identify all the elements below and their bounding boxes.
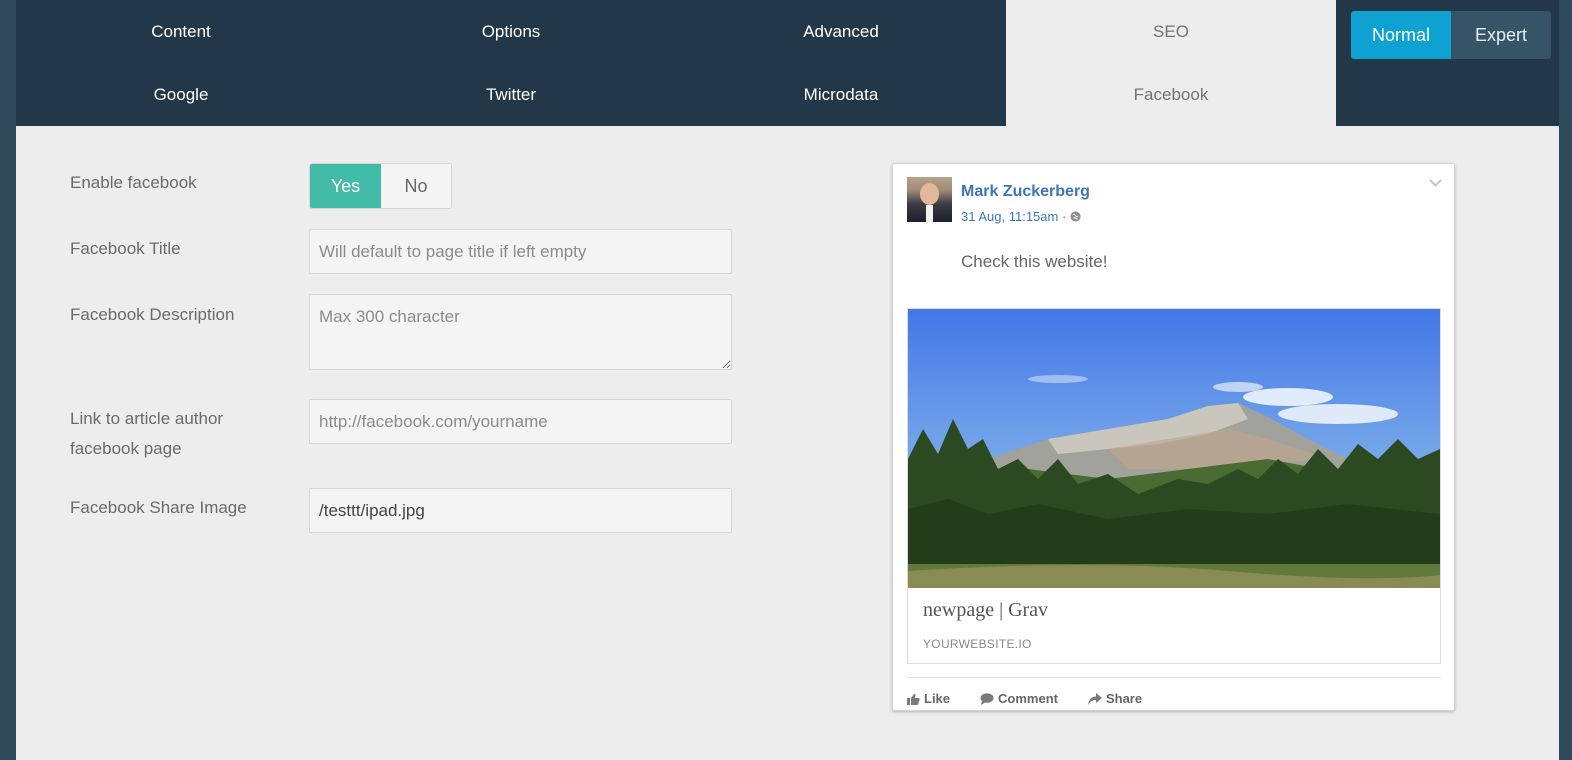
tab-microdata[interactable]: Microdata (676, 63, 1006, 126)
share-label: Share (1105, 691, 1143, 706)
tab-twitter[interactable]: Twitter (346, 63, 676, 126)
tab-advanced[interactable]: Advanced (676, 0, 1006, 63)
tab-google[interactable]: Google (16, 63, 346, 126)
normal-mode-button[interactable]: Normal (1351, 11, 1451, 59)
comment-label: Comment (998, 691, 1058, 706)
like-label: Like (924, 691, 951, 706)
tab-options[interactable]: Options (346, 0, 676, 63)
author-link-input[interactable] (309, 399, 732, 444)
tab-bar: Content Options Advanced SEO Google Twit… (16, 0, 1559, 126)
editor-frame: Content Options Advanced SEO Google Twit… (16, 0, 1559, 760)
link-preview[interactable]: newpage | Grav YOURWEBSITE.IO (907, 308, 1441, 664)
link-title: newpage | Grav (923, 599, 1049, 621)
thumbs-up-icon (907, 693, 920, 705)
like-button[interactable]: Like (907, 691, 950, 706)
link-domain: YOURWEBSITE.IO (923, 637, 1032, 651)
enable-facebook-label: Enable facebook (70, 173, 197, 192)
facebook-description-textarea[interactable] (309, 294, 732, 370)
facebook-preview-card: Mark Zuckerberg 31 Aug, 11:15am · Check … (892, 163, 1455, 711)
author-link-label: Link to article author facebook page (70, 409, 224, 458)
share-button[interactable]: Share (1087, 691, 1143, 706)
toggle-no[interactable]: No (381, 164, 451, 208)
post-actions: Like Comment Share (907, 677, 1441, 706)
facebook-title-label: Facebook Title (70, 239, 181, 258)
globe-icon (1070, 211, 1081, 222)
post-date[interactable]: 31 Aug, 11:15am · (961, 209, 1081, 224)
mode-switch: Normal Expert (1351, 11, 1551, 59)
share-icon (1087, 692, 1102, 705)
toggle-yes[interactable]: Yes (310, 164, 381, 208)
enable-facebook-toggle: Yes No (309, 163, 452, 209)
avatar (907, 177, 952, 222)
post-text: Check this website! (961, 252, 1108, 271)
chevron-down-icon[interactable] (1429, 179, 1442, 187)
share-image-label: Facebook Share Image (70, 498, 247, 517)
author-name[interactable]: Mark Zuckerberg (961, 183, 1090, 201)
share-image-input[interactable] (309, 488, 732, 533)
preview-image (908, 309, 1440, 588)
post-date-text: 31 Aug, 11:15am · (961, 209, 1070, 224)
tab-facebook[interactable]: Facebook (1006, 63, 1336, 126)
tab-content[interactable]: Content (16, 0, 346, 63)
tab-seo[interactable]: SEO (1006, 0, 1336, 63)
facebook-title-input[interactable] (309, 229, 732, 274)
comment-button[interactable]: Comment (980, 691, 1058, 706)
comment-icon (980, 692, 994, 705)
facebook-description-label: Facebook Description (70, 305, 235, 324)
expert-mode-button[interactable]: Expert (1451, 11, 1551, 59)
